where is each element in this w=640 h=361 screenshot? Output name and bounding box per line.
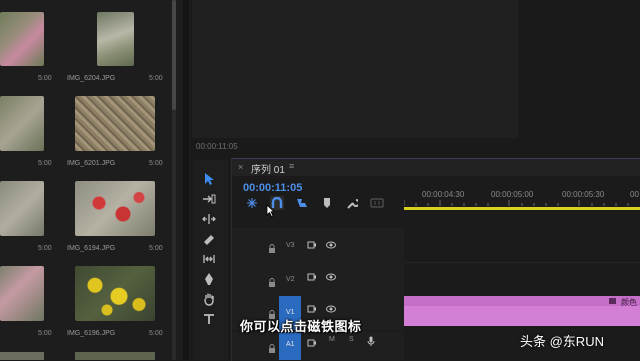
clip-label: 颜色 bbox=[621, 298, 637, 307]
media-filename: IMG_6201.JPG bbox=[67, 160, 116, 167]
ruler-time-label: 00:00:05:30 bbox=[562, 190, 605, 199]
track-header-v2 bbox=[232, 262, 404, 296]
media-thumbnail[interactable] bbox=[0, 352, 44, 360]
track-name-a1: A1 bbox=[286, 341, 295, 348]
track-select-tool-icon[interactable] bbox=[200, 191, 218, 207]
panel-divider[interactable] bbox=[183, 0, 189, 360]
hand-tool-icon[interactable] bbox=[200, 291, 218, 307]
media-scroll-thumb[interactable] bbox=[172, 0, 176, 110]
pen-tool-icon[interactable] bbox=[200, 271, 218, 287]
timeline-settings-wrench-icon[interactable] bbox=[345, 196, 359, 210]
program-monitor bbox=[192, 0, 518, 138]
slip-tool-icon[interactable] bbox=[200, 251, 218, 267]
media-thumbnail[interactable] bbox=[0, 96, 44, 151]
video-clip-header bbox=[404, 296, 640, 306]
media-duration: 5:00 bbox=[149, 245, 163, 252]
sync-lock-icon[interactable] bbox=[307, 236, 317, 254]
captions-icon[interactable] bbox=[370, 196, 384, 210]
add-marker-icon[interactable] bbox=[320, 196, 334, 210]
nest-sequence-icon[interactable] bbox=[245, 196, 259, 210]
razor-tool-icon[interactable] bbox=[200, 231, 218, 247]
ruler-time-label: 00:00:05:00 bbox=[491, 190, 534, 199]
media-thumbnail[interactable] bbox=[75, 96, 155, 151]
media-thumbnail[interactable] bbox=[0, 12, 44, 66]
selection-tool-icon[interactable] bbox=[200, 171, 218, 187]
media-duration: 5:00 bbox=[149, 160, 163, 167]
track-header-v3 bbox=[232, 228, 404, 262]
media-duration: 5:00 bbox=[38, 245, 52, 252]
linked-selection-icon[interactable] bbox=[295, 196, 309, 210]
media-filename: IMG_6194.JPG bbox=[67, 245, 116, 252]
media-filename: IMG_6196.JPG bbox=[67, 330, 116, 337]
eye-icon[interactable] bbox=[326, 236, 336, 254]
eye-icon[interactable] bbox=[326, 268, 336, 286]
close-tab-icon[interactable]: × bbox=[238, 162, 243, 172]
sync-lock-icon[interactable] bbox=[307, 268, 317, 286]
sync-lock-icon[interactable] bbox=[307, 334, 317, 352]
watermark: 头条 @东RUN bbox=[520, 334, 604, 349]
media-duration: 5:00 bbox=[38, 330, 52, 337]
track-name-v2: V2 bbox=[286, 276, 295, 283]
monitor-timecode[interactable]: 00:00:11:05 bbox=[196, 142, 238, 151]
solo-button[interactable]: S bbox=[349, 336, 354, 343]
media-thumbnail[interactable] bbox=[97, 12, 134, 66]
media-duration: 5:00 bbox=[149, 75, 163, 82]
mute-button[interactable]: M bbox=[329, 336, 335, 343]
sequence-tab-title[interactable]: 序列 01 bbox=[251, 161, 285, 176]
lock-icon[interactable] bbox=[268, 274, 276, 292]
video-subtitle: 你可以点击磁铁图标 bbox=[240, 319, 362, 334]
mouse-cursor-icon bbox=[266, 204, 275, 222]
media-duration: 5:00 bbox=[38, 75, 52, 82]
ripple-edit-tool-icon[interactable] bbox=[200, 211, 218, 227]
media-thumbnail[interactable] bbox=[75, 352, 155, 360]
media-duration: 5:00 bbox=[149, 330, 163, 337]
playhead-timecode[interactable]: 00:00:11:05 bbox=[243, 182, 302, 194]
ruler-time-label: 00 bbox=[630, 190, 639, 199]
clip-fx-badge-icon bbox=[609, 298, 616, 304]
type-tool-icon[interactable] bbox=[200, 311, 218, 327]
media-thumbnail[interactable] bbox=[0, 266, 44, 321]
media-thumbnail[interactable] bbox=[75, 181, 155, 236]
microphone-icon[interactable] bbox=[367, 334, 375, 352]
track-name-v3: V3 bbox=[286, 242, 295, 249]
panel-menu-icon[interactable]: ≡ bbox=[289, 161, 294, 171]
media-thumbnail[interactable] bbox=[75, 266, 155, 321]
media-filename: IMG_6204.JPG bbox=[67, 75, 116, 82]
time-ruler[interactable] bbox=[404, 200, 640, 206]
lock-icon[interactable] bbox=[268, 340, 276, 358]
work-area-bar[interactable] bbox=[404, 207, 640, 210]
media-thumbnail[interactable] bbox=[0, 181, 44, 236]
media-duration: 5:00 bbox=[38, 160, 52, 167]
track-name-v1: V1 bbox=[286, 309, 295, 316]
track-header-a1 bbox=[232, 332, 404, 360]
ruler-time-label: 00:00:04:30 bbox=[422, 190, 465, 199]
lock-icon[interactable] bbox=[268, 240, 276, 258]
